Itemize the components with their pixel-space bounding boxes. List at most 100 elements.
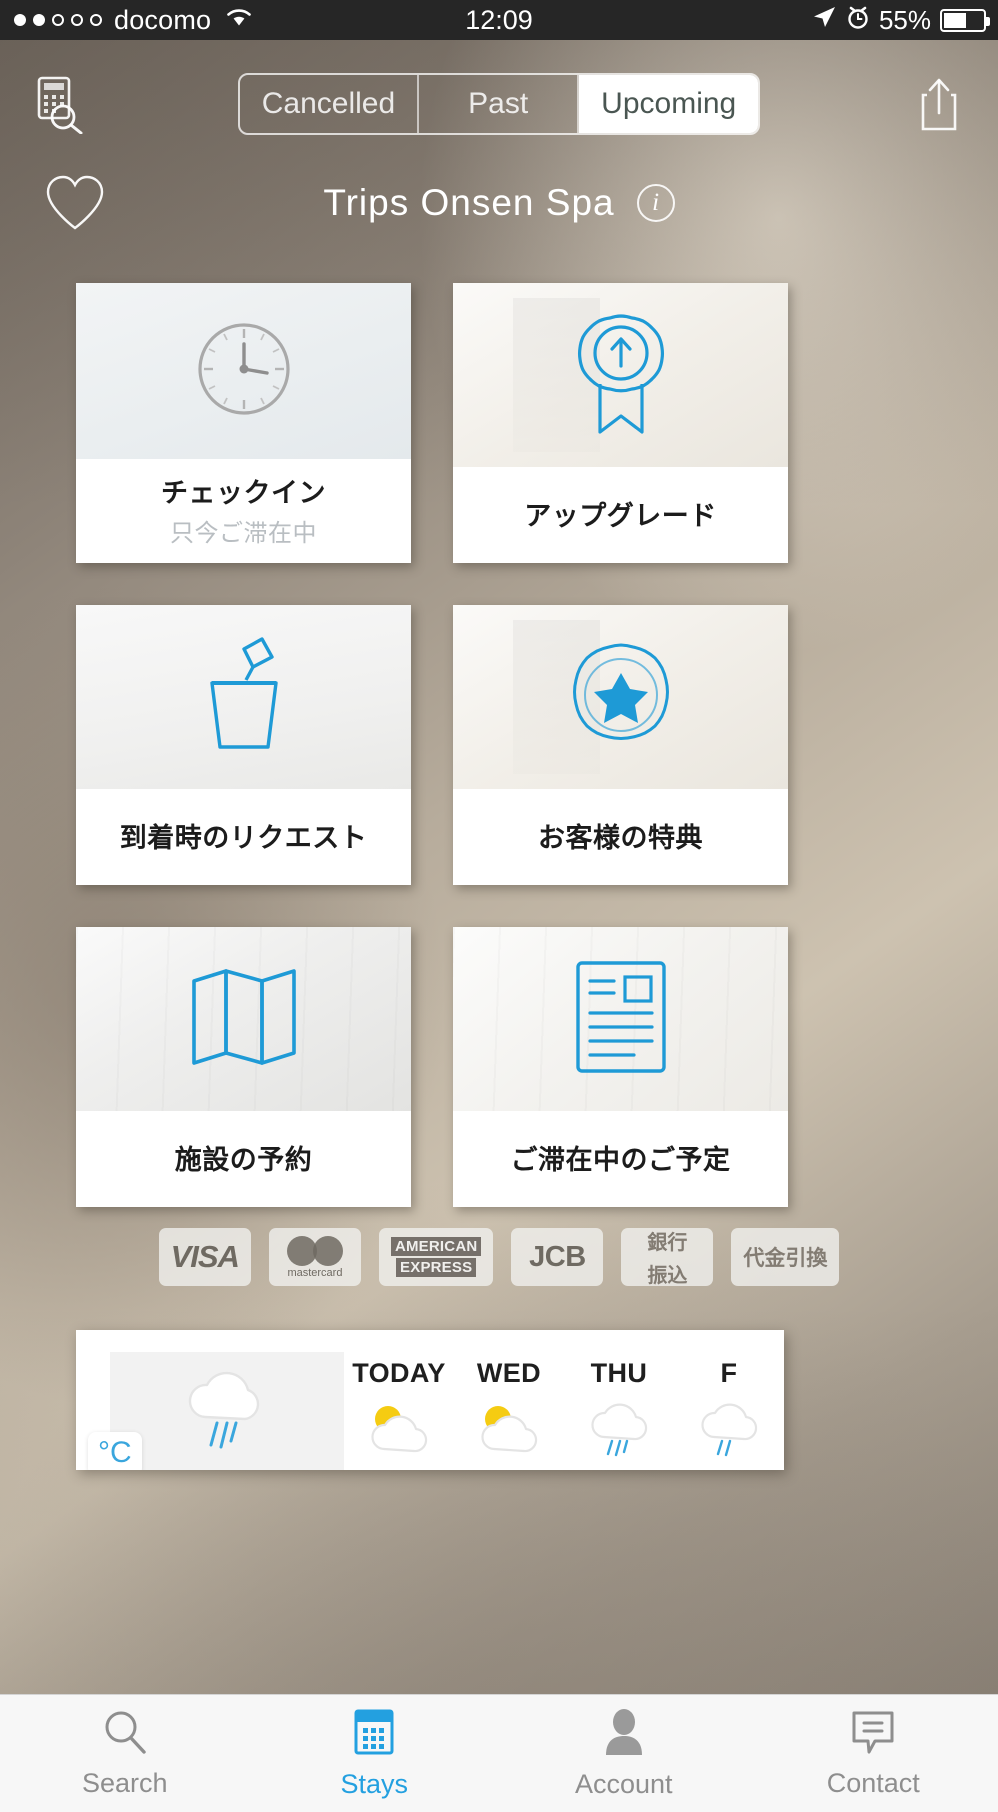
- clock-icon: [192, 317, 296, 426]
- weather-day-name: F: [720, 1358, 738, 1388]
- card-image-stay-schedule: [453, 927, 788, 1111]
- card-facility-booking[interactable]: 施設の予約: [76, 927, 411, 1207]
- card-label-upgrade: アップグレード: [453, 467, 788, 563]
- bank-transfer-line-2: 振込: [647, 1265, 688, 1287]
- amex-line-2: EXPRESS: [396, 1258, 477, 1278]
- card-image-check-in: [76, 283, 411, 459]
- signal-dot-4: [71, 14, 83, 26]
- status-bar-right: 55%: [668, 4, 998, 37]
- card-title: 到着時のリクエスト: [119, 822, 368, 853]
- ribbon-award-icon: [565, 308, 677, 443]
- payment-badge-mastercard: mastercard: [268, 1228, 361, 1286]
- segment-cancelled[interactable]: Cancelled: [240, 75, 420, 133]
- carrier-label: docomo: [114, 4, 212, 35]
- top-navigation-bar: Cancelled Past Upcoming: [0, 40, 998, 168]
- card-title: 施設の予約: [174, 1144, 313, 1175]
- service-card-grid: チェックイン 只今ご滞在中 アップグレード 到着時のリクエスト お客様の特典 施…: [76, 283, 922, 1207]
- info-icon[interactable]: i: [636, 184, 675, 222]
- location-arrow-icon: [811, 4, 837, 37]
- tab-search[interactable]: Search: [0, 1695, 250, 1812]
- mastercard-circles-icon: [286, 1235, 343, 1266]
- visa-logo-text: VISA: [170, 1239, 240, 1274]
- status-bar: docomo 12:09 55%: [0, 0, 998, 40]
- card-label-stay-schedule: ご滞在中のご予定: [453, 1111, 788, 1207]
- trip-title-row: Trips Onsen Spa i: [0, 160, 998, 246]
- page-title: Trips Onsen Spa: [323, 182, 615, 223]
- rain-cloud-icon: [173, 1361, 281, 1462]
- alarm-clock-icon: [846, 4, 870, 37]
- card-label-arrival-request: 到着時のリクエスト: [76, 789, 411, 885]
- tab-contact[interactable]: Contact: [749, 1695, 998, 1812]
- champagne-bucket-icon: [186, 635, 302, 760]
- status-bar-time: 12:09: [465, 4, 533, 35]
- card-label-guest-benefits: お客様の特典: [453, 789, 788, 885]
- weather-day-wed: WED: [454, 1358, 564, 1462]
- card-guest-benefits[interactable]: お客様の特典: [453, 605, 788, 885]
- signal-dot-1: [14, 14, 26, 26]
- status-bar-left: docomo: [0, 5, 330, 36]
- battery-percent-label: 55%: [878, 4, 931, 35]
- payment-badge-bank-transfer: 銀行 振込: [621, 1228, 714, 1287]
- card-upgrade[interactable]: アップグレード: [453, 283, 788, 563]
- mastercard-logo-text: mastercard: [287, 1266, 343, 1279]
- chat-bubble-icon: [849, 1709, 897, 1760]
- payment-badge-visa: VISA: [158, 1228, 251, 1286]
- card-subtitle: 只今ご滞在中: [170, 519, 317, 547]
- weather-day-thu: THU: [564, 1358, 674, 1462]
- weather-current-panel: °C: [88, 1352, 344, 1470]
- tab-label: Contact: [826, 1767, 920, 1798]
- tab-label: Search: [81, 1767, 168, 1798]
- card-title: アップグレード: [524, 500, 717, 531]
- card-image-facility-booking: [76, 927, 411, 1111]
- tab-stays[interactable]: Stays: [250, 1695, 500, 1812]
- sun-cloud-icon: [362, 1399, 436, 1462]
- card-check-in[interactable]: チェックイン 只今ご滞在中: [76, 283, 411, 563]
- segment-past[interactable]: Past: [419, 75, 580, 133]
- card-title: ご滞在中のご予定: [510, 1144, 731, 1175]
- card-stay-schedule[interactable]: ご滞在中のご予定: [453, 927, 788, 1207]
- card-label-facility-booking: 施設の予約: [76, 1111, 411, 1207]
- battery-icon: [940, 8, 990, 32]
- star-badge-icon: [566, 640, 676, 755]
- card-title: お客様の特典: [538, 822, 703, 853]
- person-icon: [602, 1708, 646, 1761]
- map-folded-icon: [184, 965, 304, 1074]
- document-icon: [568, 957, 674, 1082]
- calendar-icon: [352, 1708, 396, 1761]
- rain-cloud-icon: [582, 1399, 656, 1462]
- payment-badge-amex: AMERICAN EXPRESS: [378, 1228, 494, 1286]
- weather-forecast-days: TODAY WED THU F: [344, 1330, 784, 1470]
- card-label-check-in: チェックイン 只今ご滞在中: [76, 459, 411, 563]
- card-title: チェックイン: [161, 477, 326, 508]
- bank-transfer-line-1: 銀行: [647, 1232, 688, 1254]
- card-image-upgrade: [453, 283, 788, 467]
- weather-day-today: TODAY: [344, 1358, 454, 1462]
- amex-line-1: AMERICAN: [390, 1236, 482, 1256]
- segment-upcoming[interactable]: Upcoming: [579, 75, 759, 133]
- signal-dot-5: [90, 14, 102, 26]
- signal-dot-3: [52, 14, 64, 26]
- heart-outline-icon[interactable]: [0, 174, 150, 232]
- tab-label: Stays: [340, 1768, 409, 1799]
- payment-badge-cash-on-delivery: 代金引換: [731, 1228, 840, 1286]
- card-arrival-request[interactable]: 到着時のリクエスト: [76, 605, 411, 885]
- payment-methods-row: VISA mastercard AMERICAN EXPRESS JCB 銀行 …: [0, 1228, 998, 1287]
- signal-dot-2: [33, 14, 45, 26]
- title-center: Trips Onsen Spa i: [150, 182, 848, 224]
- payment-badge-jcb: JCB: [511, 1228, 604, 1286]
- weather-day-fri: F: [674, 1358, 784, 1462]
- share-icon[interactable]: [880, 75, 998, 133]
- calculator-search-icon[interactable]: [0, 74, 118, 134]
- sun-cloud-icon: [472, 1399, 546, 1462]
- wifi-icon: [224, 5, 254, 36]
- card-image-arrival-request: [76, 605, 411, 789]
- trip-filter-segmented-control[interactable]: Cancelled Past Upcoming: [118, 73, 880, 135]
- jcb-logo-text: JCB: [529, 1240, 586, 1273]
- rain-cloud-icon: [692, 1399, 766, 1462]
- weather-widget[interactable]: °C TODAY WED THU F: [76, 1330, 784, 1470]
- weather-day-name: WED: [476, 1358, 542, 1388]
- tab-label: Account: [574, 1768, 673, 1799]
- tab-account[interactable]: Account: [499, 1695, 749, 1812]
- temperature-unit-badge: °C: [88, 1432, 142, 1470]
- weather-day-name: THU: [590, 1358, 648, 1388]
